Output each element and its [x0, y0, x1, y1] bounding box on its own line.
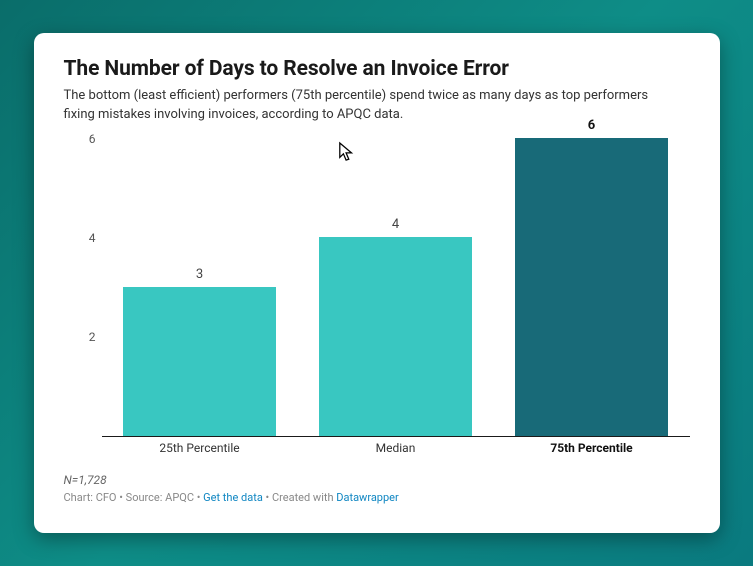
bar: 3 [123, 287, 276, 436]
x-category-label: Median [376, 441, 416, 455]
x-category-label: 75th Percentile [550, 441, 632, 455]
chart-title: The Number of Days to Resolve an Invoice… [64, 57, 690, 81]
bars-container: 346 [102, 139, 690, 436]
bar-highlighted: 6 [515, 138, 668, 436]
datawrapper-link[interactable]: Datawrapper [336, 491, 398, 504]
y-tick-label: 4 [70, 231, 96, 245]
x-category-label: 25th Percentile [159, 441, 239, 455]
chart-area: 346 246 25th PercentileMedian75th Percen… [70, 139, 690, 459]
y-tick-label: 2 [70, 330, 96, 344]
credits-middle: • Created with [263, 491, 336, 504]
x-axis-labels: 25th Percentile Median 75th Percentile [102, 437, 690, 459]
footnote: N=1,728 [64, 473, 690, 487]
bar: 4 [319, 237, 472, 436]
page-background: The Number of Days to Resolve an Invoice… [0, 0, 753, 566]
chart-card: The Number of Days to Resolve an Invoice… [34, 33, 720, 533]
bar-value-label: 3 [123, 267, 276, 282]
y-tick-label: 6 [70, 132, 96, 146]
credits-line: Chart: CFO • Source: APQC • Get the data… [64, 491, 690, 504]
get-data-link[interactable]: Get the data [203, 491, 263, 504]
bar-value-label: 6 [515, 118, 668, 133]
bar-value-label: 4 [319, 217, 472, 232]
credits-prefix: Chart: CFO • Source: APQC • [64, 491, 204, 504]
plot-area: 346 246 [102, 139, 690, 437]
